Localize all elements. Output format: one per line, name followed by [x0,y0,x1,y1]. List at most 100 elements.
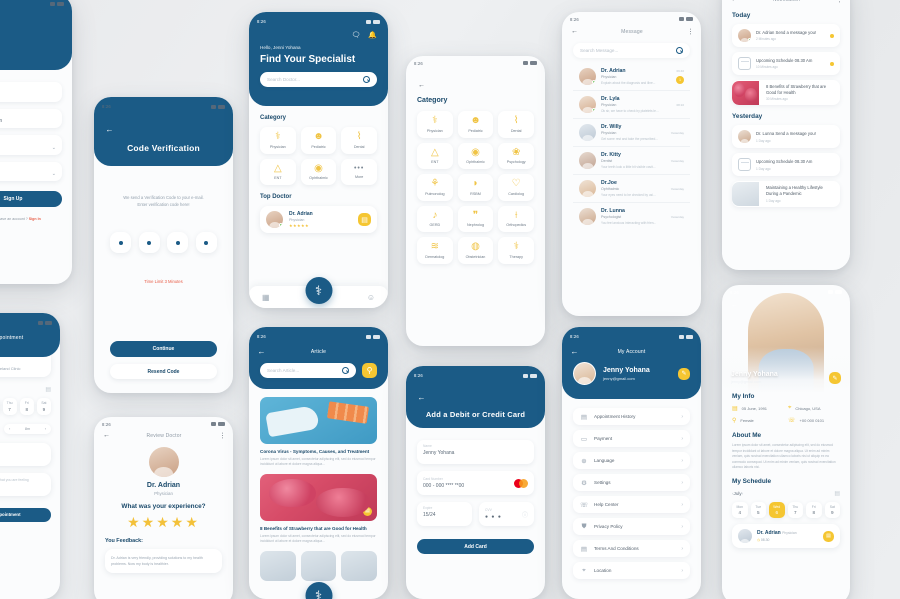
card-cvv-field[interactable]: CVV ● ● ● ⓘ [479,502,534,526]
day-cell[interactable]: Fri 8 [19,398,34,415]
add-card-button[interactable]: Add Card [417,539,534,554]
category-nephrolog[interactable]: ❞ Nephrolog [457,205,494,232]
article-title-1[interactable]: Corona Virus - Symptoms, Causes, and Tre… [260,449,377,454]
signin-link[interactable]: Sign In [29,217,41,221]
category-physician[interactable]: ⚕ Physician [260,127,296,154]
day-cell[interactable]: Sat 9 [824,501,840,519]
menu-item-help-center[interactable]: ☏ Help Center › [573,496,690,513]
category-therapy[interactable]: ⚕ Therapy [498,237,534,264]
category-psychology[interactable]: ❀ Psychology [498,142,534,169]
search-icon[interactable] [363,76,370,83]
month-selector[interactable]: ‹ July › ▤ [732,490,840,497]
search-icon[interactable] [676,47,683,54]
category-ophthalmic[interactable]: ◉ Ophthalmic [300,158,337,185]
more-options-icon[interactable]: ⋯ [834,0,842,3]
chat-row[interactable]: Dr. Willy Physician Get some rest and ta… [573,119,690,147]
code-digit-3[interactable] [167,232,189,254]
notification-item[interactable]: Dr. Lunna Send a message you! 1 Day ago [732,125,840,149]
card-expire-field[interactable]: Expire 15/24 [417,502,472,526]
menu-item-language[interactable]: ⊕ Language › [573,452,690,469]
back-button[interactable]: ← [570,347,579,356]
back-button[interactable]: ← [570,27,579,36]
stethoscope-fab[interactable]: ⚕ [305,277,332,304]
top-doctor-card[interactable]: Dr. Adrian Physician ★★★★★ ▤ [260,206,377,233]
day-cell[interactable]: Thu 7 [787,501,803,519]
category-orthopedics[interactable]: ⟊ Orthopedics [498,205,534,232]
avatar[interactable] [573,362,596,385]
calendar-icon[interactable]: ▤ [834,490,840,497]
menu-item-location[interactable]: ⌖ Location › [573,562,690,579]
category-dental[interactable]: ⌇ Dental [341,127,377,154]
appointment-action-button[interactable]: ▤ [823,530,834,542]
day-cell[interactable]: Sat 9 [36,398,51,415]
notification-item[interactable]: Maintaining a Healthy Lifestyle During a… [732,181,840,207]
notification-item[interactable]: Upcoming Schedule 08.30 Am 1 Day ago [732,153,840,177]
category-pediatric[interactable]: ☻ Pediatric [457,111,494,138]
back-button[interactable]: ← [730,0,739,4]
code-digit-4[interactable] [195,232,217,254]
code-digit-1[interactable] [110,232,131,254]
help-icon[interactable]: ⓘ [522,510,528,519]
notification-item[interactable]: Dr. Adrian Send a message you! 2 Minutes… [732,24,840,47]
search-icon[interactable] [342,367,349,374]
profile-appointment-card[interactable]: Dr. Adrian Physician ◷ 08.30 ▤ [732,524,840,549]
day-cell[interactable]: Fri 8 [806,501,822,519]
time-to-select[interactable]: ‹ 8m › [4,423,51,434]
appointment-note-input[interactable]: Write down the complaints that you are f… [0,472,51,496]
back-button[interactable]: ← [105,126,114,135]
category-dermatolog[interactable]: ≋ Dermatolog [417,237,453,264]
menu-item-terms-conditions[interactable]: ▤ Terms And Conditions › [573,540,690,557]
chevron-right-icon[interactable]: › [45,427,46,431]
chat-row[interactable]: Dr. Kitty Dentist Your teeth look a litt… [573,147,690,175]
category-ent[interactable]: △ ENT [417,142,453,169]
message-search-input[interactable]: Search Message... [573,43,690,58]
chat-row[interactable]: Dr.Joe Ophthalmic Your eyes need to be c… [573,175,690,203]
more-options-icon[interactable]: ⋯ [685,28,693,35]
day-cell[interactable]: Thu 7 [2,398,17,415]
calendar-icon[interactable]: ▤ [45,386,51,393]
make-appointment-button[interactable]: Make Appointment [0,507,51,522]
signup-field-email[interactable]: Email ...@gmail.com [0,108,62,128]
code-digit-2[interactable] [138,232,160,254]
category-gerd[interactable]: ♪ GERD [417,205,453,232]
grid-icon[interactable]: ▦ [262,293,270,302]
article-search-input[interactable]: Search Article... [260,363,356,378]
continue-button[interactable]: Continue [110,341,217,357]
day-cell[interactable]: Tue 5 [750,501,766,519]
stethoscope-fab[interactable]: ⚕ [305,582,332,599]
back-button[interactable]: ← [257,347,266,356]
article-image-strawberry[interactable]: ▤ [260,473,377,521]
chevron-right-icon[interactable]: › [742,491,744,496]
category-dental[interactable]: ⌇ Dental [498,111,534,138]
menu-item-privacy-policy[interactable]: ⛊ Privacy Policy › [573,518,690,535]
card-name-field[interactable]: Name Jenny Yohana [417,440,534,464]
day-cell[interactable]: Mon 4 [732,501,748,519]
filter-button[interactable]: ⚲ [362,363,377,378]
notification-item[interactable]: 8 Benefits of Strawberry that are Good f… [732,80,840,106]
book-doctor-button[interactable]: ▤ [358,213,371,226]
signup-button[interactable]: Sign Up [0,191,62,207]
appointment-field-a[interactable] [0,442,51,466]
article-image-4[interactable] [300,550,337,581]
article-image-5[interactable] [341,550,378,581]
signup-field-username[interactable]: Username Yohana [0,82,62,102]
signup-field-date[interactable]: Date ⌄ [0,161,62,181]
back-button[interactable]: ← [417,81,426,90]
category-ophthalmic[interactable]: ◉ Ophthalmic [457,142,494,169]
feedback-textarea[interactable]: Dr. Adrian is very friendly, providing s… [105,549,222,574]
article-title-2[interactable]: 8 Benefits of Strawberry that are Good f… [260,526,377,531]
menu-item-settings[interactable]: ⚙ Settings › [573,474,690,491]
back-button[interactable]: ← [102,431,111,440]
article-image-covid[interactable] [260,397,377,444]
category-ent[interactable]: △ ENT [260,158,296,185]
profile-day-picker[interactable]: Mon 4 Tue 5 Wed 6 Thu 7 Fri 8 Sat 9 [732,501,840,519]
menu-item-payment[interactable]: ▭ Payment › [573,430,690,447]
appointment-day-picker[interactable]: Mon 4 Tue 5 Wed 6 Thu 7 Fri 8 [0,398,51,415]
chat-row[interactable]: Dr. Lyla Physician Ok sir, we have to ch… [573,91,690,119]
menu-item-appointment-history[interactable]: ▤ Appointment History › [573,408,690,425]
notification-item[interactable]: Upcoming Schedule 08.30 Am 10 Minutes ag… [732,52,840,75]
more-options-icon[interactable]: ⋯ [217,432,225,439]
signup-field-gender[interactable]: Gender ⌄ [0,135,62,155]
resend-code-button[interactable]: Resend Code [110,364,217,379]
category-physician[interactable]: ⚕ Physician [417,111,453,138]
